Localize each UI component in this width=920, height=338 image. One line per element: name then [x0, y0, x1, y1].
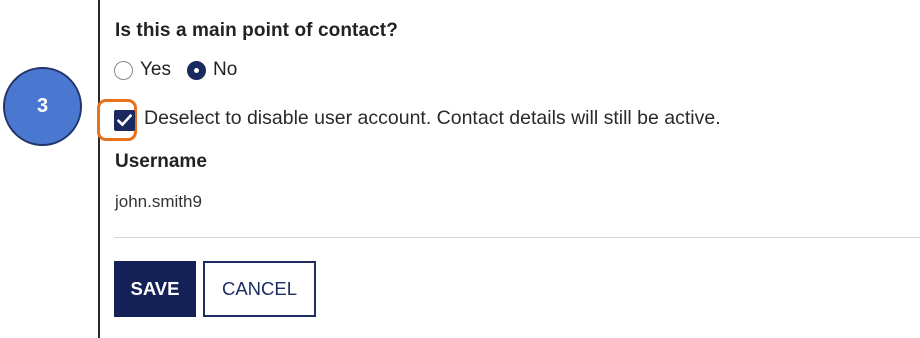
radio-no-label[interactable]: No — [213, 59, 237, 81]
checkmark-icon — [117, 114, 132, 127]
user-account-checkbox-label[interactable]: Deselect to disable user account. Contac… — [144, 107, 721, 130]
contact-form-panel: Is this a main point of contact? Yes No … — [97, 0, 920, 338]
radio-no[interactable] — [187, 60, 206, 80]
radio-yes-label[interactable]: Yes — [140, 59, 171, 81]
step-number-badge: 3 — [3, 67, 82, 146]
username-heading: Username — [115, 151, 207, 172]
user-account-checkbox[interactable] — [114, 110, 135, 131]
main-contact-radio-group: Yes No — [114, 58, 253, 82]
save-button[interactable]: SAVE — [114, 261, 196, 317]
main-contact-question: Is this a main point of contact? — [115, 20, 398, 41]
username-value: john.smith9 — [115, 192, 202, 211]
divider — [114, 237, 920, 238]
cancel-button[interactable]: CANCEL — [203, 261, 316, 317]
radio-yes[interactable] — [114, 60, 133, 80]
